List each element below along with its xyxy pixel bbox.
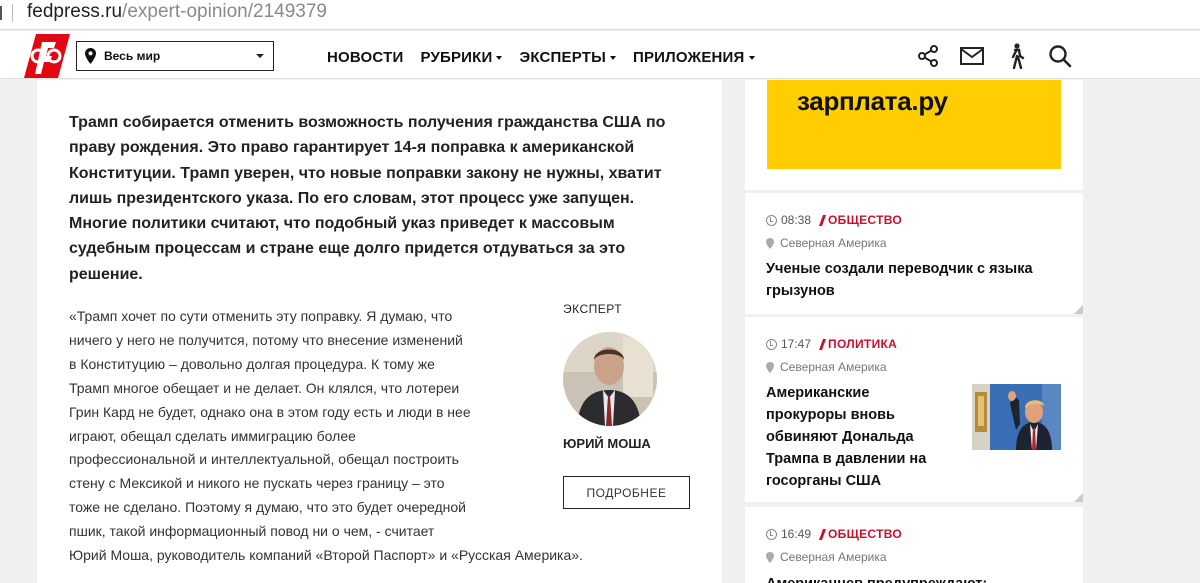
news-location-label: Северная Америка [780,360,887,374]
clock-icon [766,528,777,540]
fedpress-logo-icon[interactable] [22,34,70,78]
expert-avatar[interactable] [563,332,657,426]
news-title[interactable]: Американские прокуроры вновь обвиняют До… [766,382,926,492]
region-select-value: Весь мир [104,49,161,63]
walking-person-icon[interactable] [1003,43,1029,69]
news-title-line: Американские [766,385,870,401]
address-separator [12,4,13,22]
caret-down-icon [748,55,755,60]
url-text[interactable]: fedpress.ru/expert-opinion/2149379 [27,1,327,23]
nav-item-rubrics[interactable]: РУБРИКИ [420,49,503,66]
quote-line: ничего у него не получится, потому что в… [69,331,463,348]
site-header: Весь мир НОВОСТИ РУБРИКИ ЭКСПЕРТЫ ПРИЛОЖ… [0,31,1200,79]
url-path: /expert-opinion/2149379 [122,1,327,22]
clock-icon [766,338,777,350]
mail-icon[interactable] [959,43,985,69]
browser-address-bar[interactable]: fedpress.ru/expert-opinion/2149379 [0,0,1200,30]
news-title[interactable]: Ученые создали переводчик с языка грызун… [766,258,1033,302]
news-category[interactable]: ОБЩЕСТВО [819,527,903,541]
news-card[interactable]: 16:49 ОБЩЕСТВО Северная Америка Американ… [745,507,1083,583]
lead-line: Конституции. Трамп уверен, что новые поп… [69,164,662,182]
quote-line: профессиональной и интеллектуальной, обе… [69,451,459,468]
news-location: Северная Америка [766,550,887,564]
news-meta: 16:49 ОБЩЕСТВО [766,527,902,541]
lead-line: лишь президентского указа. По его словам… [69,189,635,207]
main-nav: НОВОСТИ РУБРИКИ ЭКСПЕРТЫ ПРИЛОЖЕНИЯ [327,49,772,66]
news-title-line: госорганы США [766,473,882,489]
expert-name[interactable]: ЮРИЙ МОША [563,436,651,451]
article-body: Трамп собирается отменить возможность по… [37,80,722,583]
news-category-label: ПОЛИТИКА [828,337,898,351]
news-card[interactable]: 17:47 ПОЛИТИКА Северная Америка Американ… [745,317,1083,502]
lead-line: Многие политики считают, что подобный ук… [69,215,615,233]
chevron-down-icon [256,54,264,58]
card-corner-icon [1074,493,1083,502]
news-location-label: Северная Америка [780,550,887,564]
nav-item-apps[interactable]: ПРИЛОЖЕНИЯ [633,49,755,66]
header-icons [915,43,1091,69]
nav-item-label: РУБРИКИ [420,49,493,66]
location-pin-icon [766,237,774,249]
news-time: 16:49 [781,527,812,541]
news-thumbnail[interactable] [972,384,1061,450]
lead-line: решение. [69,265,143,283]
news-title[interactable]: Американцев предупреждают: [766,573,987,583]
news-location-label: Северная Америка [780,236,887,250]
news-category-label: ОБЩЕСТВО [828,213,903,227]
expert-card: ЭКСПЕРТ ЮРИЙ МОША ПОДРОБНЕЕ [563,302,693,509]
nav-item-label: ЭКСПЕРТЫ [519,49,606,66]
ad-block: зарплата.ру [745,80,1083,190]
share-icon[interactable] [915,43,941,69]
sidebar: зарплата.ру 08:38 ОБЩЕСТВО Северная Амер… [745,80,1083,583]
nav-item-label: НОВОСТИ [327,49,404,66]
quote-line: пшик, такой информационный повод ни о че… [69,523,435,540]
news-category-label: ОБЩЕСТВО [828,527,903,541]
slash-icon [819,528,827,540]
location-pin-icon [85,48,96,64]
article-lead: Трамп собирается отменить возможность по… [69,110,689,287]
card-corner-icon [1074,305,1083,314]
lead-line: праву рождения. Это право гарантирует 14… [69,139,635,157]
back-icon[interactable] [0,6,3,20]
clock-icon [766,214,777,226]
search-icon[interactable] [1047,43,1073,69]
quote-line: Юрий Моша, руководитель компаний «Второй… [69,547,583,564]
location-pin-icon [766,361,774,373]
news-title-line: грызунов [766,283,835,299]
nav-item-news[interactable]: НОВОСТИ [327,49,403,66]
slash-icon [819,338,827,350]
news-category[interactable]: ПОЛИТИКА [819,337,898,351]
news-title-line: Американцев предупреждают: [766,573,987,583]
news-location: Северная Америка [766,236,887,250]
news-title-line: Ученые создали переводчик с языка [766,261,1033,277]
expert-label: ЭКСПЕРТ [563,302,623,316]
ad-text: зарплата.ру [797,86,948,116]
news-meta: 17:47 ПОЛИТИКА [766,337,897,351]
news-time: 08:38 [781,213,812,227]
nav-item-experts[interactable]: ЭКСПЕРТЫ [519,49,616,66]
news-time: 17:47 [781,337,812,351]
more-button[interactable]: ПОДРОБНЕЕ [563,476,690,509]
location-pin-icon [766,551,774,563]
caret-down-icon [610,55,616,60]
ad-banner[interactable]: зарплата.ру [767,80,1061,169]
slash-icon [819,214,827,226]
nav-item-label: ПРИЛОЖЕНИЯ [633,49,745,66]
news-meta: 08:38 ОБЩЕСТВО [766,213,902,227]
news-title-line: обвиняют Дональда [766,429,914,445]
news-location: Северная Америка [766,360,887,374]
news-title-line: Трампа в давлении на [766,451,927,467]
news-card[interactable]: 08:38 ОБЩЕСТВО Северная Америка Ученые с… [745,193,1083,314]
region-select[interactable]: Весь мир [76,41,274,71]
caret-down-icon [496,55,503,60]
news-category[interactable]: ОБЩЕСТВО [819,213,903,227]
lead-line: Трамп собирается отменить возможность по… [69,114,666,131]
url-host: fedpress.ru [27,1,123,22]
lead-line: судебным процессам и стране еще долго пр… [69,240,626,258]
news-title-line: прокуроры вновь [766,407,895,423]
